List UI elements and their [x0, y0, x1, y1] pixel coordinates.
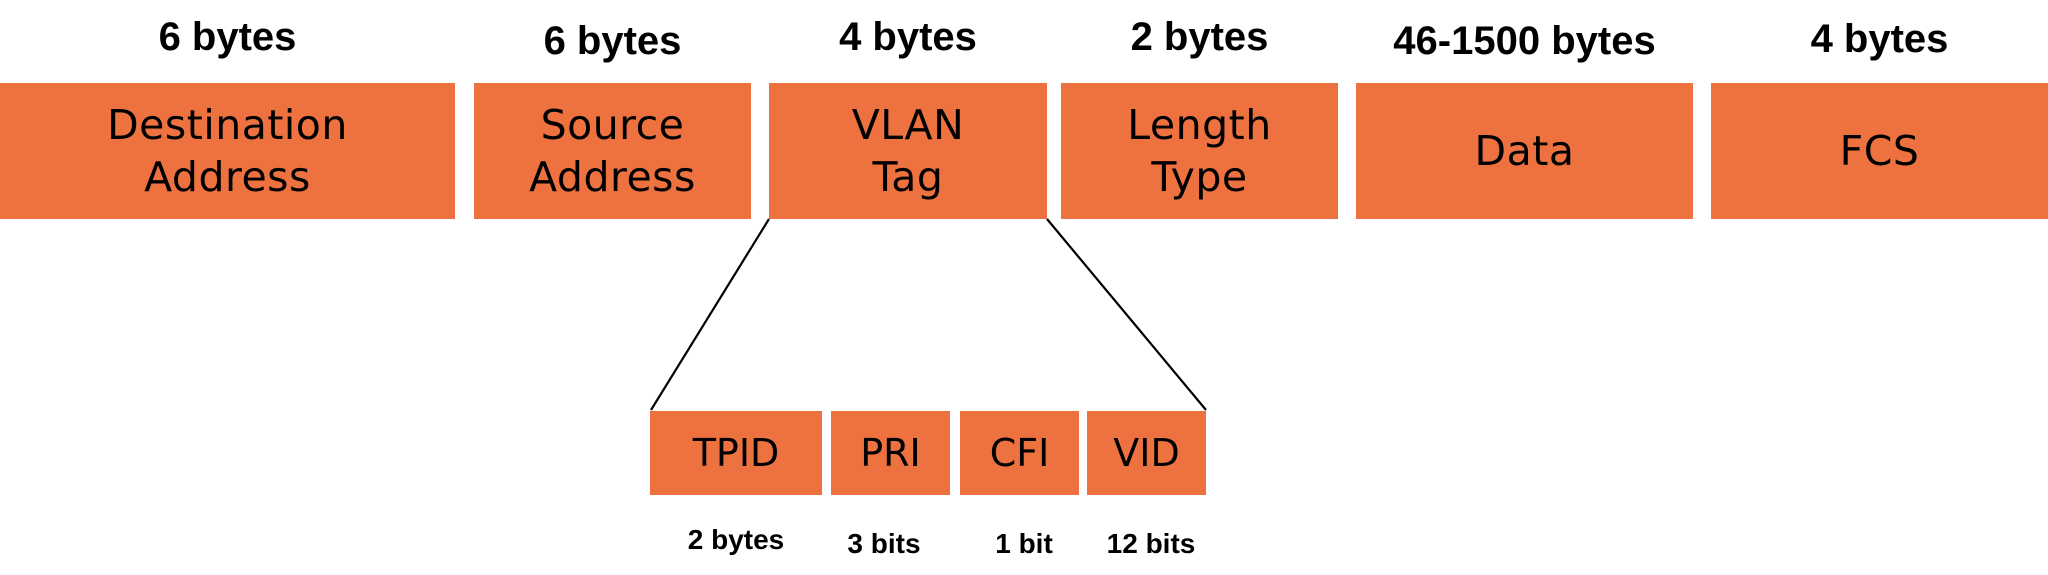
- subfield-cfi: CFI: [960, 411, 1079, 495]
- subfield-size-cfi: 1 bit: [995, 528, 1053, 559]
- field-label-line: FCS: [1839, 127, 1920, 175]
- connector-line-left: [650, 218, 770, 411]
- field-fcs: FCS: [1711, 83, 2048, 219]
- subfield-size-pri: 3 bits: [847, 528, 921, 559]
- field-label-line: Data: [1474, 127, 1575, 175]
- field-data: Data: [1356, 83, 1693, 219]
- subfield-pri: PRI: [831, 411, 950, 495]
- size-label-fcs: 4 bytes: [1810, 17, 1949, 61]
- size-label-length-type: 2 bytes: [1130, 15, 1269, 59]
- subfield-label: PRI: [860, 431, 921, 475]
- size-label-source-address: 6 bytes: [543, 19, 682, 63]
- field-label-line: Destination: [107, 101, 348, 149]
- subfield-label: TPID: [692, 431, 780, 475]
- field-label-line: Length: [1127, 101, 1272, 149]
- field-label-line: Tag: [872, 153, 944, 201]
- subfield-label: CFI: [989, 431, 1050, 475]
- field-source-address: Source Address: [474, 83, 751, 219]
- field-label-line: Type: [1151, 153, 1248, 201]
- subfield-label: VID: [1113, 431, 1180, 475]
- size-label-vlan-tag: 4 bytes: [839, 15, 977, 59]
- size-label-destination-address: 6 bytes: [158, 15, 297, 59]
- field-length-type: Length Type: [1061, 83, 1338, 219]
- field-label-line: Source: [540, 101, 685, 149]
- field-label-line: Address: [529, 153, 696, 201]
- subfield-vid: VID: [1087, 411, 1206, 495]
- subfield-size-vid: 12 bits: [1106, 528, 1196, 559]
- field-label-line: VLAN: [851, 101, 965, 149]
- subfield-tpid: TPID: [650, 411, 822, 495]
- connector-line-right: [1046, 218, 1207, 411]
- field-label-line: Address: [144, 153, 311, 201]
- subfield-size-tpid: 2 bytes: [687, 524, 785, 555]
- field-vlan-tag: VLAN Tag: [769, 83, 1047, 219]
- size-label-data: 46-1500 bytes: [1393, 19, 1656, 63]
- field-destination-address: Destination Address: [0, 83, 455, 219]
